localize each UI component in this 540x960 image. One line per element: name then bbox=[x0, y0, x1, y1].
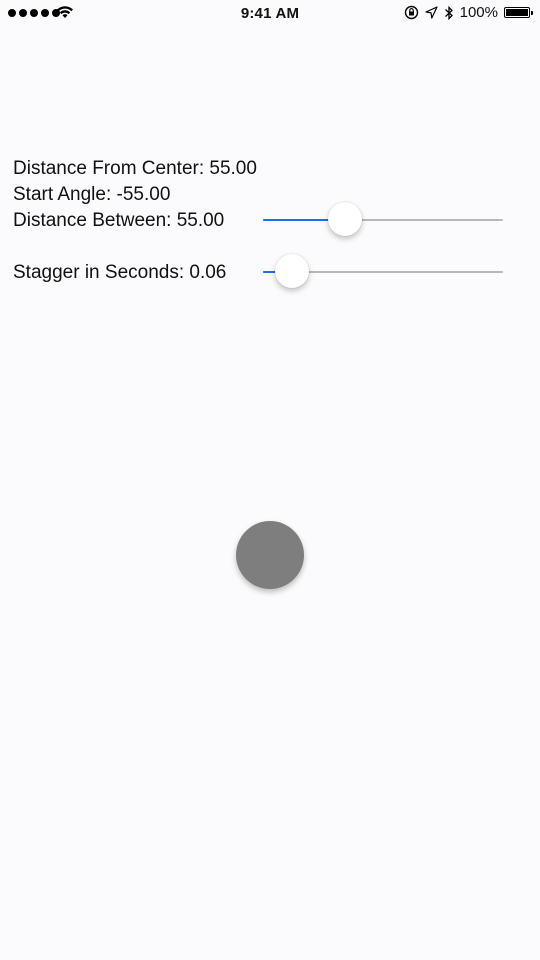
location-arrow-icon bbox=[425, 6, 438, 19]
slider-thumb[interactable] bbox=[328, 202, 362, 236]
stagger-in-seconds-label: Stagger in Seconds: 0.06 bbox=[13, 262, 227, 283]
distance-between-slider[interactable] bbox=[263, 200, 503, 240]
battery-icon bbox=[504, 7, 533, 18]
stagger-slider[interactable] bbox=[263, 252, 503, 292]
start-angle-label: Start Angle: -55.00 bbox=[13, 184, 171, 205]
bluetooth-icon bbox=[444, 5, 453, 20]
center-menu-button[interactable] bbox=[236, 521, 304, 589]
distance-from-center-label: Distance From Center: 55.00 bbox=[13, 158, 257, 179]
distance-between-label: Distance Between: 55.00 bbox=[13, 210, 225, 231]
battery-level-fill bbox=[506, 9, 528, 16]
orientation-lock-icon bbox=[404, 5, 418, 20]
slider-thumb[interactable] bbox=[275, 254, 309, 288]
status-right-group: 100% bbox=[404, 4, 533, 21]
status-bar: 9:41 AM 100% bbox=[0, 0, 540, 28]
battery-percent: 100% bbox=[459, 4, 498, 21]
